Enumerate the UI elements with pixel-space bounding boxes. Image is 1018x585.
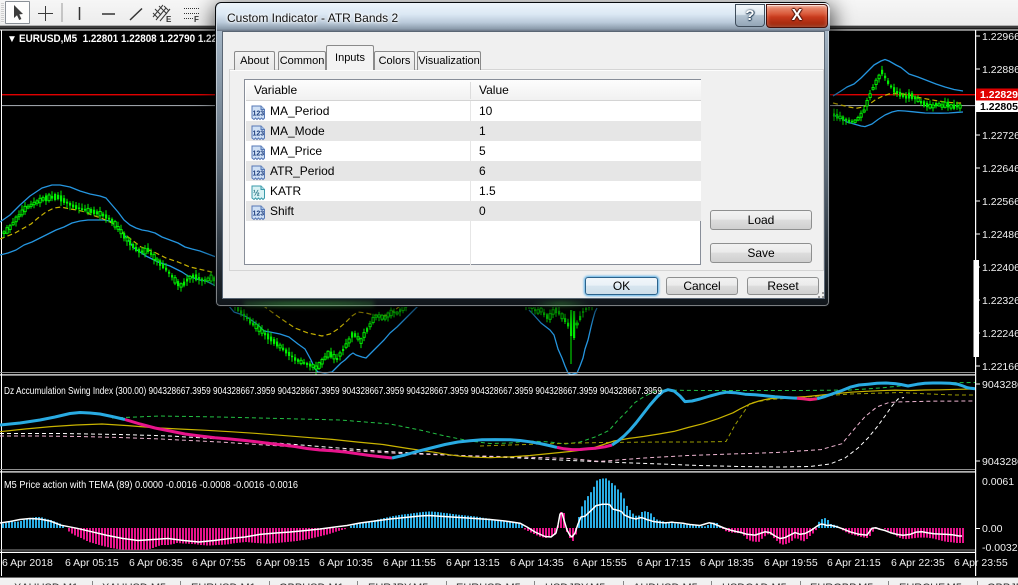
- svg-text:123: 123: [253, 131, 265, 138]
- svg-text:6 Apr 11:55: 6 Apr 11:55: [383, 557, 436, 569]
- svg-text:1.22646: 1.22646: [982, 163, 1018, 175]
- svg-text:6 Apr 21:15: 6 Apr 21:15: [827, 557, 881, 569]
- svg-text:1.22246: 1.22246: [982, 328, 1018, 340]
- svg-text:6 Apr 22:35: 6 Apr 22:35: [891, 557, 945, 569]
- svg-text:0.0061: 0.0061: [982, 476, 1014, 488]
- svg-text:6 Apr 18:35: 6 Apr 18:35: [700, 557, 754, 569]
- svg-text:6 Apr 10:35: 6 Apr 10:35: [319, 557, 373, 569]
- svg-text:9043286: 9043286: [982, 456, 1018, 468]
- svg-text:6 Apr 06:35: 6 Apr 06:35: [129, 557, 183, 569]
- svg-text:EURUSD,M5 1.22801 1.22808 1.2: EURUSD,M5 1.22801 1.22808 1.22790 1.2280: [19, 33, 228, 45]
- svg-text:6 Apr 15:55: 6 Apr 15:55: [573, 557, 627, 569]
- svg-text:1.22406: 1.22406: [982, 262, 1018, 274]
- svg-text:1.22805: 1.22805: [980, 101, 1018, 113]
- svg-text:123: 123: [253, 211, 265, 218]
- svg-text:6 Apr 13:15: 6 Apr 13:15: [446, 557, 500, 569]
- svg-text:Dz Accumulation Swing Index (3: Dz Accumulation Swing Index (300.00) 904…: [4, 386, 662, 397]
- svg-text:6 Apr 2018: 6 Apr 2018: [2, 557, 53, 569]
- svg-text:1.22726: 1.22726: [982, 130, 1018, 142]
- svg-text:1.22566: 1.22566: [982, 196, 1018, 208]
- svg-text:9043286: 9043286: [982, 379, 1018, 391]
- svg-text:E: E: [166, 15, 172, 24]
- svg-text:1.22966: 1.22966: [982, 31, 1018, 43]
- svg-text:123: 123: [253, 111, 265, 118]
- svg-text:M5 Price action with TEMA (89): M5 Price action with TEMA (89) 0.0000 -0…: [4, 480, 298, 491]
- svg-text:123: 123: [253, 151, 265, 158]
- svg-text:1.22166: 1.22166: [982, 361, 1018, 373]
- svg-text:6 Apr 05:15: 6 Apr 05:15: [65, 557, 119, 569]
- svg-text:▼: ▼: [7, 34, 17, 45]
- svg-text:1.22486: 1.22486: [982, 229, 1018, 241]
- svg-text:6 Apr 09:15: 6 Apr 09:15: [256, 557, 310, 569]
- svg-text:1.22886: 1.22886: [982, 64, 1018, 76]
- svg-text:6 Apr 23:55: 6 Apr 23:55: [954, 557, 1008, 569]
- svg-text:6 Apr 14:35: 6 Apr 14:35: [510, 557, 564, 569]
- svg-text:-0.0032: -0.0032: [982, 542, 1018, 554]
- svg-text:6 Apr 19:55: 6 Apr 19:55: [764, 557, 818, 569]
- svg-text:1.22326: 1.22326: [982, 295, 1018, 307]
- svg-text:½: ½: [253, 189, 260, 198]
- svg-text:6 Apr 07:55: 6 Apr 07:55: [192, 557, 246, 569]
- svg-text:1.22829: 1.22829: [980, 89, 1018, 101]
- svg-text:6 Apr 17:15: 6 Apr 17:15: [637, 557, 691, 569]
- svg-text:F: F: [194, 15, 199, 24]
- svg-text:0.00: 0.00: [982, 523, 1003, 535]
- svg-text:123: 123: [253, 171, 265, 178]
